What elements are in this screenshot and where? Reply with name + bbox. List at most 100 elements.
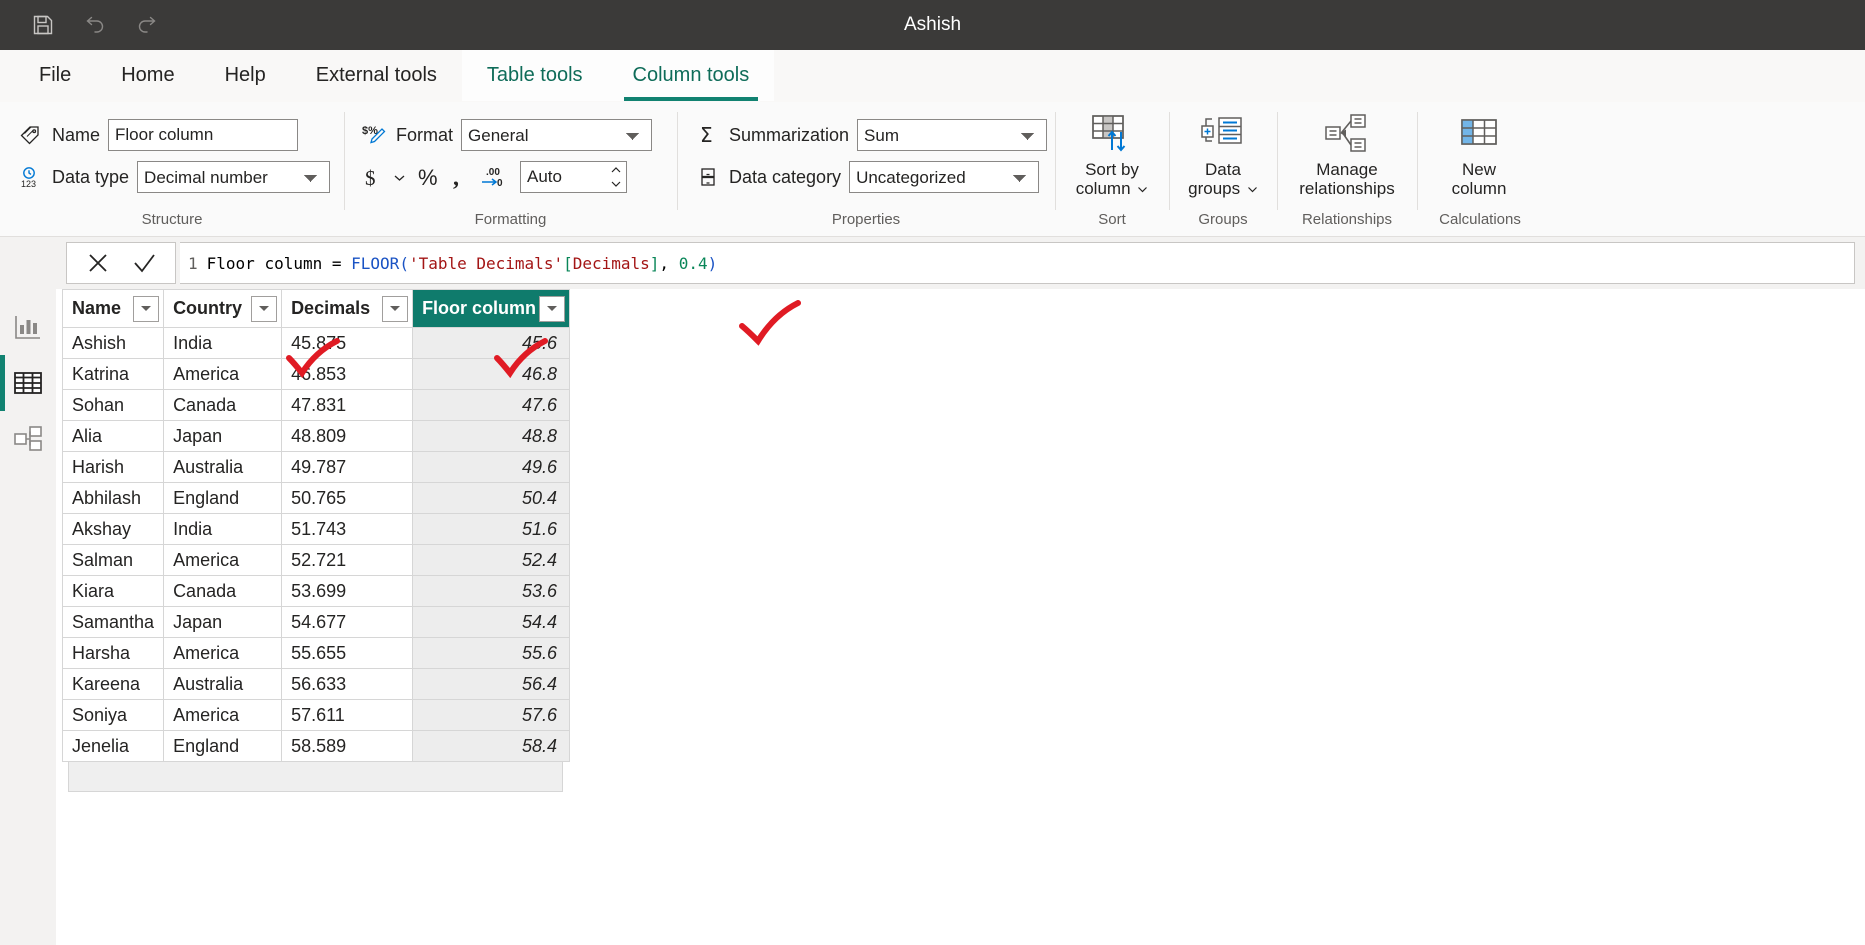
table-cell[interactable]: India	[164, 514, 282, 545]
table-row[interactable]: AkshayIndia51.74351.6	[63, 514, 570, 545]
column-header-country[interactable]: Country	[164, 290, 282, 328]
table-cell[interactable]: 48.8	[413, 421, 570, 452]
table-cell[interactable]: 51.6	[413, 514, 570, 545]
filter-dropdown-icon[interactable]	[251, 296, 277, 322]
summarization-select[interactable]: SumAverageMinimumMaximumCountCount (Dist…	[857, 119, 1047, 151]
name-input[interactable]	[108, 119, 298, 151]
table-cell[interactable]: America	[164, 359, 282, 390]
table-row[interactable]: HarishAustralia49.78749.6	[63, 452, 570, 483]
redo-icon[interactable]	[132, 10, 162, 40]
table-cell[interactable]: Australia	[164, 452, 282, 483]
table-cell[interactable]: America	[164, 545, 282, 576]
tab-help[interactable]: Help	[200, 50, 291, 101]
table-cell[interactable]: Kiara	[63, 576, 164, 607]
table-row[interactable]: AliaJapan48.80948.8	[63, 421, 570, 452]
table-cell[interactable]: England	[164, 483, 282, 514]
tab-file[interactable]: File	[14, 50, 96, 101]
table-cell[interactable]: Ashish	[63, 328, 164, 359]
table-cell[interactable]: Katrina	[63, 359, 164, 390]
table-row[interactable]: AbhilashEngland50.76550.4	[63, 483, 570, 514]
table-row[interactable]: SamanthaJapan54.67754.4	[63, 607, 570, 638]
table-row[interactable]: SalmanAmerica52.72152.4	[63, 545, 570, 576]
table-cell[interactable]: 47.6	[413, 390, 570, 421]
table-cell[interactable]: Jenelia	[63, 731, 164, 762]
table-row[interactable]: KiaraCanada53.69953.6	[63, 576, 570, 607]
column-header-decimals[interactable]: Decimals	[282, 290, 413, 328]
table-cell[interactable]: America	[164, 638, 282, 669]
undo-icon[interactable]	[80, 10, 110, 40]
table-row[interactable]: SoniyaAmerica57.61157.6	[63, 700, 570, 731]
table-cell[interactable]: 47.831	[282, 390, 413, 421]
table-cell[interactable]: Sohan	[63, 390, 164, 421]
table-cell[interactable]: 52.4	[413, 545, 570, 576]
table-cell[interactable]: Alia	[63, 421, 164, 452]
table-cell[interactable]: 54.677	[282, 607, 413, 638]
sort-by-column-button[interactable]: Sort by column	[1065, 102, 1159, 210]
table-cell[interactable]: 49.787	[282, 452, 413, 483]
table-cell[interactable]: America	[164, 700, 282, 731]
currency-icon[interactable]: $	[362, 164, 382, 190]
tab-home[interactable]: Home	[96, 50, 199, 101]
filter-dropdown-icon[interactable]	[382, 296, 408, 322]
table-row[interactable]: JeneliaEngland58.58958.4	[63, 731, 570, 762]
table-row[interactable]: HarshaAmerica55.65555.6	[63, 638, 570, 669]
datacategory-select[interactable]: UncategorizedAddressPlaceCityCountyState…	[849, 161, 1039, 193]
table-cell[interactable]: 46.8	[413, 359, 570, 390]
percent-icon[interactable]: %	[417, 164, 441, 190]
table-row[interactable]: KatrinaAmerica46.85346.8	[63, 359, 570, 390]
table-cell[interactable]: 56.633	[282, 669, 413, 700]
table-cell[interactable]: Kareena	[63, 669, 164, 700]
table-cell[interactable]: 55.655	[282, 638, 413, 669]
stepper-arrows[interactable]	[610, 163, 622, 191]
table-cell[interactable]: England	[164, 731, 282, 762]
table-cell[interactable]: 58.4	[413, 731, 570, 762]
decimal-places-icon[interactable]: .00 0	[479, 164, 509, 190]
table-cell[interactable]: 52.721	[282, 545, 413, 576]
filter-dropdown-icon[interactable]	[133, 296, 159, 322]
cancel-formula-icon[interactable]	[77, 243, 119, 283]
manage-relationships-button[interactable]: Manage relationships	[1287, 102, 1407, 210]
table-cell[interactable]: Harsha	[63, 638, 164, 669]
thousands-separator-icon[interactable]: ,	[452, 164, 468, 190]
tab-external-tools[interactable]: External tools	[291, 50, 462, 101]
table-cell[interactable]: 58.589	[282, 731, 413, 762]
table-cell[interactable]: Canada	[164, 576, 282, 607]
tab-column-tools[interactable]: Column tools	[608, 50, 775, 101]
filter-dropdown-icon[interactable]	[539, 296, 565, 322]
sidebar-item-report-view[interactable]	[0, 299, 56, 355]
sidebar-item-model-view[interactable]	[0, 411, 56, 467]
table-cell[interactable]: India	[164, 328, 282, 359]
formula-input[interactable]: 1 Floor column = FLOOR('Table Decimals'[…	[180, 242, 1855, 284]
column-header-name[interactable]: Name	[63, 290, 164, 328]
table-cell[interactable]: Salman	[63, 545, 164, 576]
table-cell[interactable]: Japan	[164, 607, 282, 638]
new-column-button[interactable]: New column	[1427, 102, 1531, 210]
sidebar-item-data-view[interactable]	[0, 355, 56, 411]
table-cell[interactable]: 54.4	[413, 607, 570, 638]
table-cell[interactable]: Samantha	[63, 607, 164, 638]
table-cell[interactable]: Australia	[164, 669, 282, 700]
table-cell[interactable]: 46.853	[282, 359, 413, 390]
table-cell[interactable]: Akshay	[63, 514, 164, 545]
table-cell[interactable]: 53.6	[413, 576, 570, 607]
table-cell[interactable]: 50.765	[282, 483, 413, 514]
column-header-floor-column[interactable]: Floor column	[413, 290, 570, 328]
commit-formula-icon[interactable]	[123, 243, 165, 283]
table-cell[interactable]: Abhilash	[63, 483, 164, 514]
format-select[interactable]: GeneralCurrencyDate/TimeDecimal numberWh…	[461, 119, 652, 151]
table-cell[interactable]: Canada	[164, 390, 282, 421]
datatype-select[interactable]: Decimal numberFixed decimal numberWhole …	[137, 161, 330, 193]
chevron-down-icon[interactable]	[393, 171, 406, 184]
tab-table-tools[interactable]: Table tools	[462, 50, 608, 101]
table-cell[interactable]: 49.6	[413, 452, 570, 483]
table-cell[interactable]: 45.875	[282, 328, 413, 359]
table-cell[interactable]: 57.6	[413, 700, 570, 731]
table-cell[interactable]: 48.809	[282, 421, 413, 452]
table-cell[interactable]: 51.743	[282, 514, 413, 545]
table-cell[interactable]: Japan	[164, 421, 282, 452]
table-cell[interactable]: 55.6	[413, 638, 570, 669]
decimal-places-stepper[interactable]	[520, 161, 627, 193]
table-cell[interactable]: 57.611	[282, 700, 413, 731]
table-cell[interactable]: 50.4	[413, 483, 570, 514]
data-groups-button[interactable]: Data groups	[1179, 102, 1267, 210]
